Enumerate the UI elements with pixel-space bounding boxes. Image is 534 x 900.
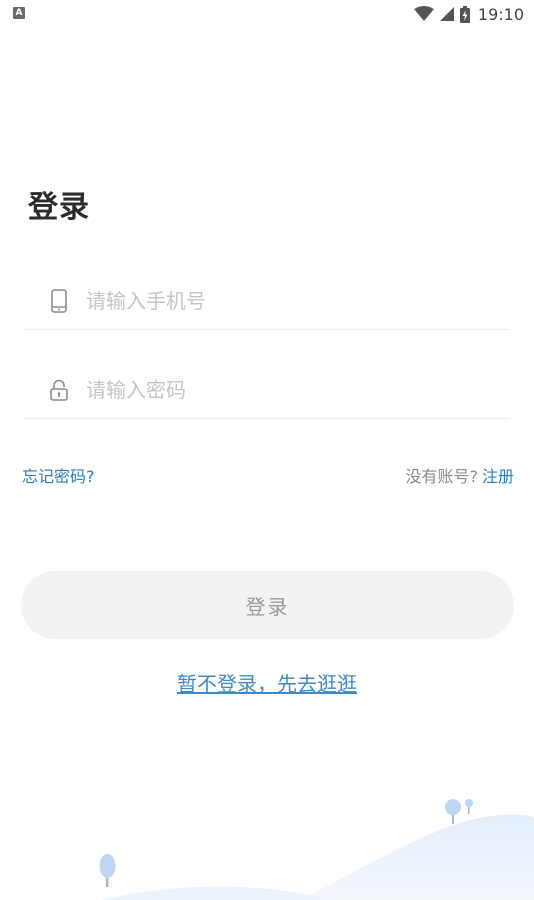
signal-icon [439, 7, 454, 21]
register-link[interactable]: 注册 [482, 463, 514, 487]
forgot-password-link[interactable]: 忘记密码? [22, 463, 95, 487]
register-area: 没有账号? 注册 [405, 463, 514, 487]
login-button[interactable]: 登录 [21, 571, 514, 639]
status-icons: 19:10 [413, 3, 524, 25]
tree-icon-left [99, 854, 116, 887]
password-input[interactable] [86, 378, 466, 402]
wifi-icon [413, 6, 434, 21]
status-time: 19:10 [477, 4, 524, 24]
password-field-row [24, 362, 510, 419]
hills-trees-illustration [99, 799, 534, 900]
tree-icon-right [445, 799, 473, 824]
phone-field-row [24, 273, 510, 330]
phone-icon [48, 288, 70, 314]
phone-input[interactable] [86, 289, 466, 313]
status-bar: A 19:10 [0, 0, 534, 28]
no-account-text: 没有账号? [405, 467, 478, 486]
battery-charging-icon [459, 5, 470, 23]
guest-browse-link[interactable]: 暂不登录，先去逛逛 [170, 668, 364, 701]
page-title: 登录 [28, 190, 90, 225]
lock-icon [48, 377, 70, 403]
app-notification-icon: A [13, 7, 25, 19]
